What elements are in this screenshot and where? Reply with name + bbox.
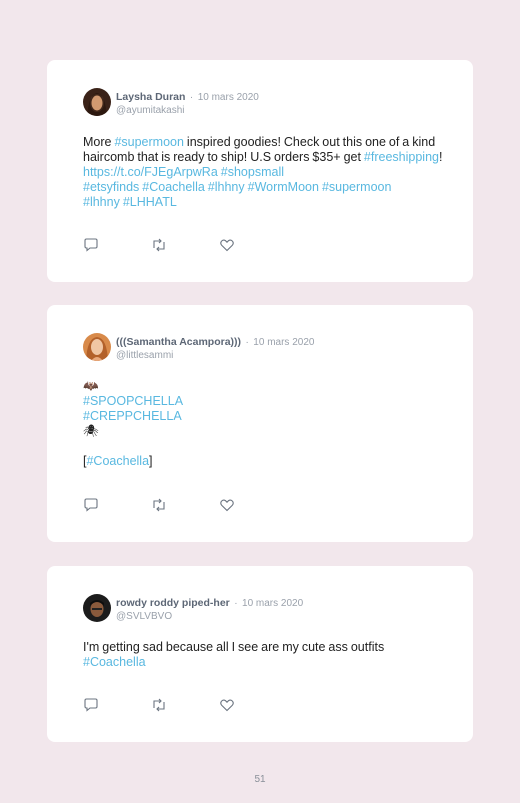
hashtag-link[interactable]: #Coachella xyxy=(142,180,205,194)
hashtag-link[interactable]: #lhhny xyxy=(83,195,120,209)
tweet-date[interactable]: 10 mars 2020 xyxy=(242,598,303,609)
reply-icon[interactable] xyxy=(83,698,151,712)
hashtag-link[interactable]: #supermoon xyxy=(114,135,184,149)
separator: · xyxy=(234,598,238,609)
reply-icon[interactable] xyxy=(83,238,151,252)
author-handle[interactable]: @SVLVBVO xyxy=(116,610,303,623)
author-name[interactable]: (((Samantha Acampora))) xyxy=(116,336,241,348)
tweet-header: Laysha Duran · 10 mars 2020 @ayumitakash… xyxy=(83,88,259,117)
hashtag-link[interactable]: https://t.co/FJEgArpwRa xyxy=(83,165,218,179)
tweet-actions xyxy=(83,698,287,712)
retweet-icon[interactable] xyxy=(151,238,219,252)
avatar[interactable] xyxy=(83,333,111,361)
page-number: 51 xyxy=(254,774,266,785)
like-icon[interactable] xyxy=(219,238,287,252)
tweet-date[interactable]: 10 mars 2020 xyxy=(253,337,314,348)
hashtag-link[interactable]: #freeshipping xyxy=(364,150,439,164)
like-icon[interactable] xyxy=(219,498,287,512)
retweet-icon[interactable] xyxy=(151,498,219,512)
tweet-text-segment: ] xyxy=(149,454,153,468)
author-handle[interactable]: @ayumitakashi xyxy=(116,104,259,117)
tweet-header: (((Samantha Acampora))) · 10 mars 2020 @… xyxy=(83,333,314,362)
retweet-icon[interactable] xyxy=(151,698,219,712)
tweet-date[interactable]: 10 mars 2020 xyxy=(198,92,259,103)
tweet-text-segment: More xyxy=(83,135,115,149)
separator: · xyxy=(189,92,194,103)
author-handle[interactable]: @littlesammi xyxy=(116,349,314,362)
tweet-text: More #supermoon inspired goodies! Check … xyxy=(83,135,443,210)
hashtag-link[interactable]: #etsyfinds xyxy=(83,180,139,194)
hashtag-link[interactable]: #Coachella xyxy=(86,454,149,468)
avatar[interactable] xyxy=(83,88,111,116)
hashtag-link[interactable]: #lhhny xyxy=(208,180,245,194)
tweet-card: rowdy roddy piped-her · 10 mars 2020 @SV… xyxy=(47,566,473,742)
hashtag-link[interactable]: #CREPPCHELLA xyxy=(83,409,182,423)
separator: · xyxy=(245,337,249,348)
hashtag-link[interactable]: #supermoon xyxy=(322,180,392,194)
author-name[interactable]: Laysha Duran xyxy=(116,91,185,103)
hashtag-link[interactable]: #WormMoon xyxy=(248,180,319,194)
tweet-actions xyxy=(83,238,287,252)
tweet-card: Laysha Duran · 10 mars 2020 @ayumitakash… xyxy=(47,60,473,282)
tweet-card: (((Samantha Acampora))) · 10 mars 2020 @… xyxy=(47,305,473,542)
hashtag-link[interactable]: #LHHATL xyxy=(123,195,177,209)
hashtag-link[interactable]: #shopsmall xyxy=(221,165,284,179)
reply-icon[interactable] xyxy=(83,498,151,512)
tweet-text: 🦇 #SPOOPCHELLA #CREPPCHELLA 🕷 [#Coachell… xyxy=(83,379,443,469)
tweet-actions xyxy=(83,498,287,512)
hashtag-link[interactable]: #Coachella xyxy=(83,655,146,669)
avatar[interactable] xyxy=(83,594,111,622)
tweet-text-segment: I'm getting sad because all I see are my… xyxy=(83,640,385,654)
tweet-text-segment: 🦇 xyxy=(83,379,99,393)
tweet-text: I'm getting sad because all I see are my… xyxy=(83,640,443,670)
tweet-text-segment: ! xyxy=(438,150,443,164)
hashtag-link[interactable]: #SPOOPCHELLA xyxy=(83,394,183,408)
tweet-header: rowdy roddy piped-her · 10 mars 2020 @SV… xyxy=(83,594,303,623)
author-name[interactable]: rowdy roddy piped-her xyxy=(116,597,230,609)
like-icon[interactable] xyxy=(219,698,287,712)
